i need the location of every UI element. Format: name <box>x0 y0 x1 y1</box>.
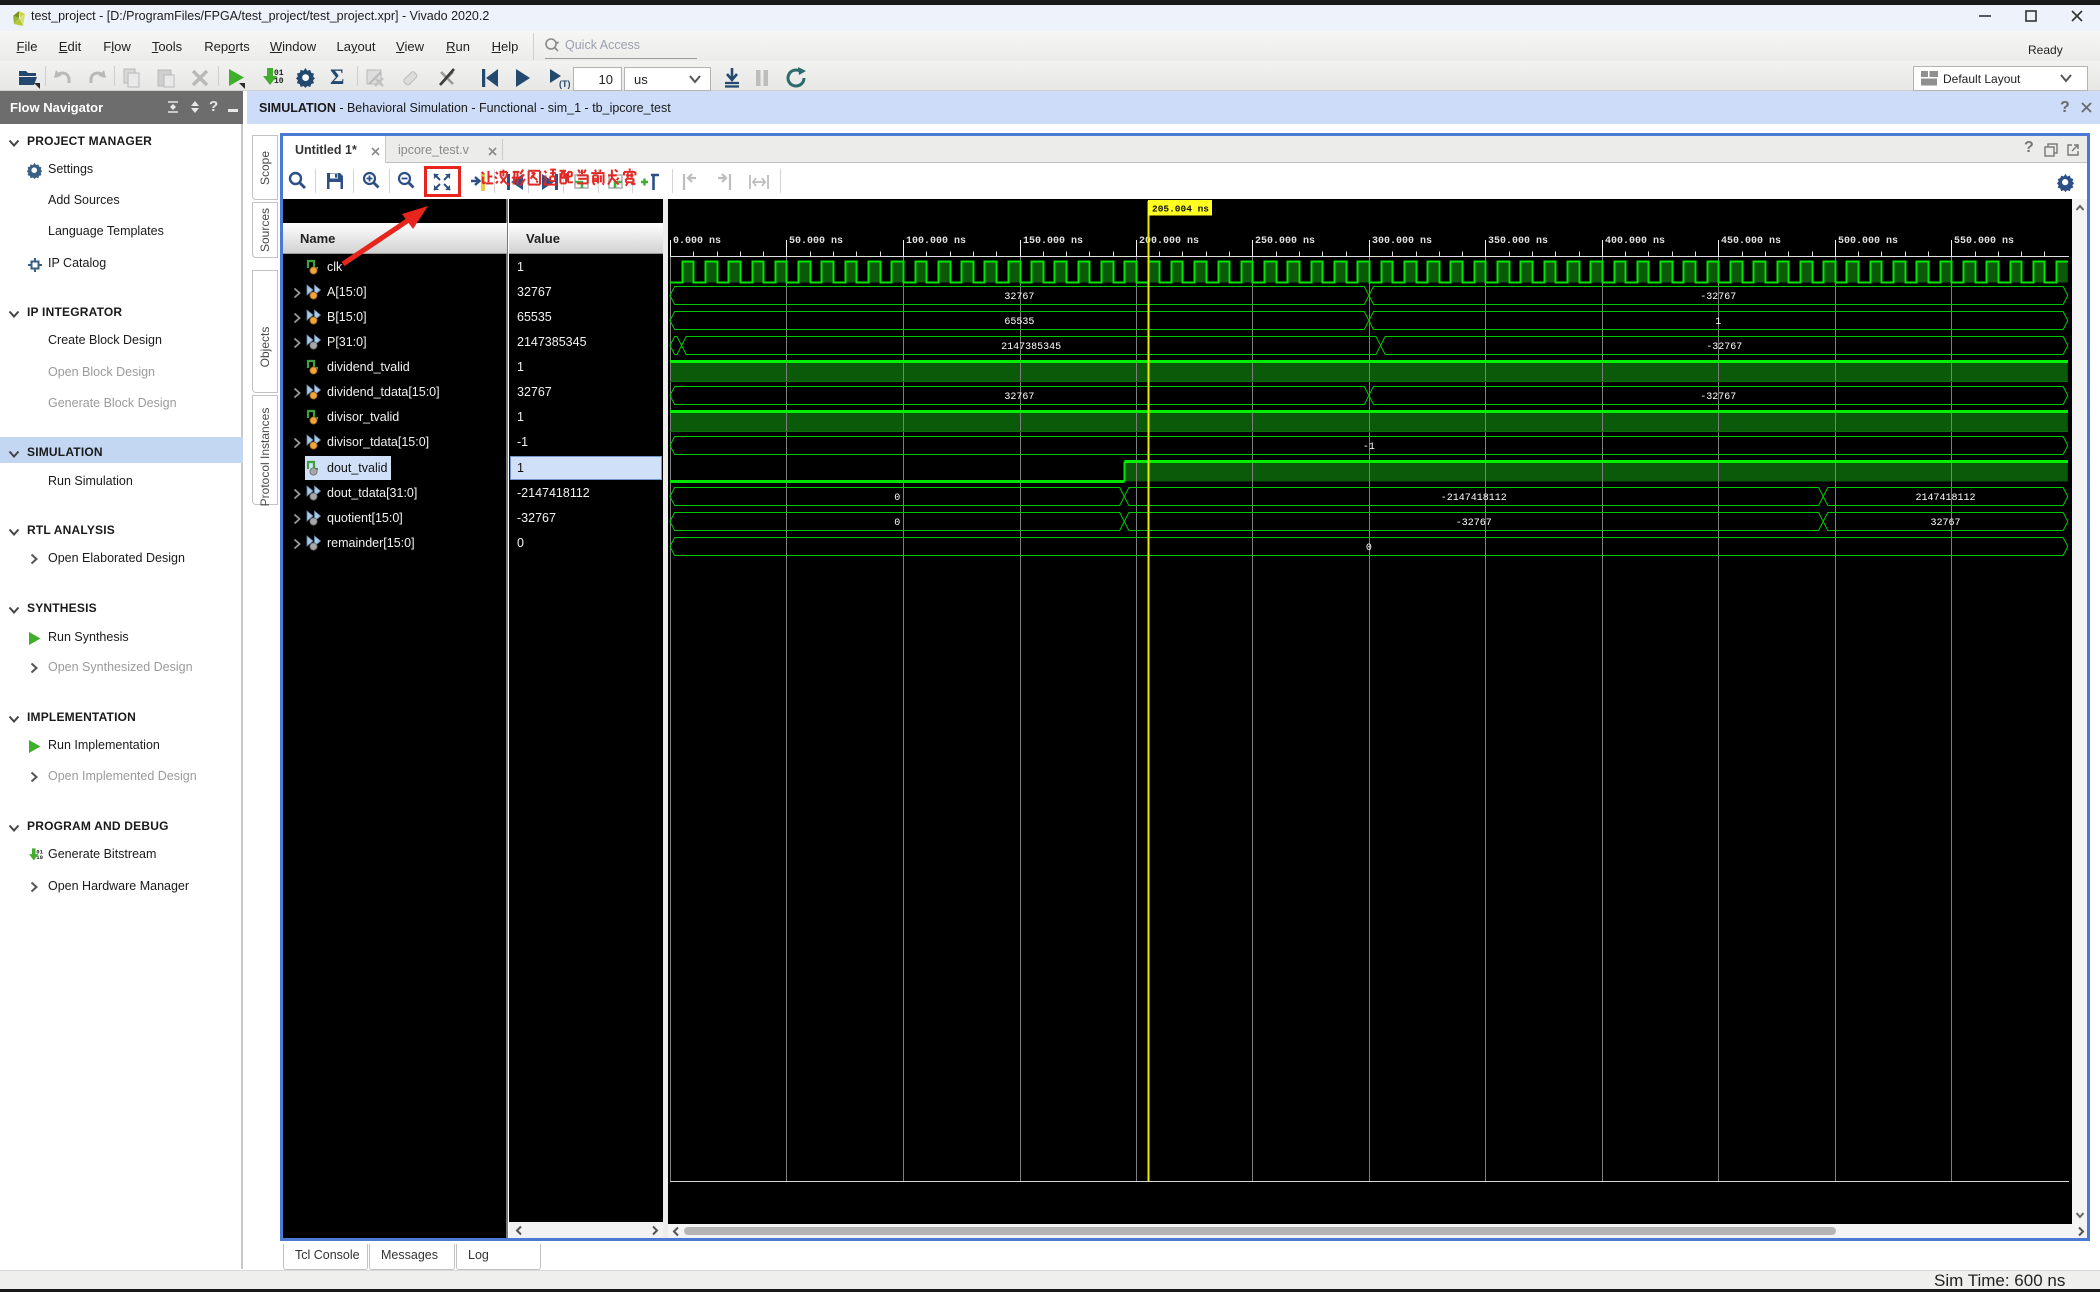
svg-text:300.000 ns: 300.000 ns <box>1372 236 1432 247</box>
svg-text:150.000 ns: 150.000 ns <box>1023 236 1083 247</box>
svg-text:10: 10 <box>274 77 284 86</box>
svg-text:550.000 ns: 550.000 ns <box>1954 236 2014 247</box>
svg-text:0.000 ns: 0.000 ns <box>673 236 721 247</box>
svg-text:205.004 ns: 205.004 ns <box>1152 204 1209 215</box>
svg-text:2147418112: 2147418112 <box>1915 493 1975 504</box>
svg-text:0: 0 <box>1366 543 1372 554</box>
svg-text:400.000 ns: 400.000 ns <box>1605 236 1665 247</box>
svg-text:-2147418112: -2147418112 <box>1441 493 1507 504</box>
svg-text:50.000 ns: 50.000 ns <box>789 236 843 247</box>
svg-text:10: 10 <box>36 854 43 861</box>
svg-text:0: 0 <box>894 493 900 504</box>
svg-text:32767: 32767 <box>1930 518 1960 529</box>
svg-text:-32767: -32767 <box>1700 292 1736 303</box>
svg-text:(T): (T) <box>559 79 571 89</box>
svg-text:32767: 32767 <box>1004 392 1034 403</box>
svg-text:500.000 ns: 500.000 ns <box>1838 236 1898 247</box>
svg-text:1: 1 <box>1715 317 1721 328</box>
svg-text:-1: -1 <box>1363 442 1375 453</box>
svg-text:-32767: -32767 <box>1456 518 1492 529</box>
svg-text:250.000 ns: 250.000 ns <box>1255 236 1315 247</box>
svg-text:32767: 32767 <box>1004 292 1034 303</box>
svg-text:350.000 ns: 350.000 ns <box>1488 236 1548 247</box>
svg-text:450.000 ns: 450.000 ns <box>1721 236 1781 247</box>
svg-text:-32767: -32767 <box>1700 392 1736 403</box>
svg-text:100.000 ns: 100.000 ns <box>906 236 966 247</box>
svg-text:2147385345: 2147385345 <box>1001 342 1061 353</box>
svg-text:-32767: -32767 <box>1706 342 1742 353</box>
svg-text:65535: 65535 <box>1004 317 1034 328</box>
svg-text:0: 0 <box>894 518 900 529</box>
